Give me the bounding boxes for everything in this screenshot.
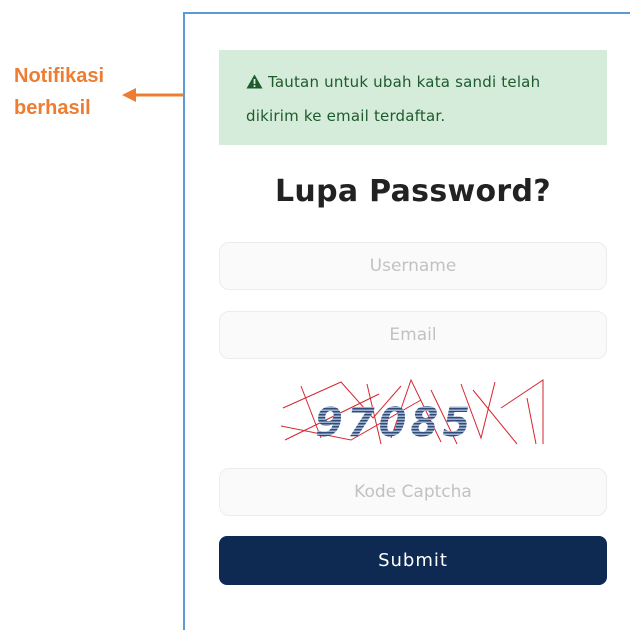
- alert-message: Tautan untuk ubah kata sandi telah dikir…: [246, 73, 541, 125]
- page-title: Lupa Password?: [275, 174, 551, 209]
- annotation-label: Notifikasi berhasil: [14, 60, 134, 124]
- username-input[interactable]: [219, 242, 607, 290]
- forgot-password-panel: Tautan untuk ubah kata sandi telah dikir…: [183, 12, 630, 630]
- annotation-label-line2: berhasil: [14, 97, 91, 119]
- screenshot-stage: Notifikasi berhasil Tautan untuk ubah ka…: [0, 0, 630, 630]
- captcha-text: 97085: [315, 400, 474, 446]
- submit-button[interactable]: Submit: [219, 536, 607, 585]
- email-input[interactable]: [219, 311, 607, 359]
- captcha-image: 97085: [281, 378, 544, 446]
- annotation-label-line1: Notifikasi: [14, 65, 105, 87]
- warning-triangle-icon: [246, 68, 263, 100]
- captcha-input[interactable]: [219, 468, 607, 516]
- success-alert: Tautan untuk ubah kata sandi telah dikir…: [219, 50, 607, 145]
